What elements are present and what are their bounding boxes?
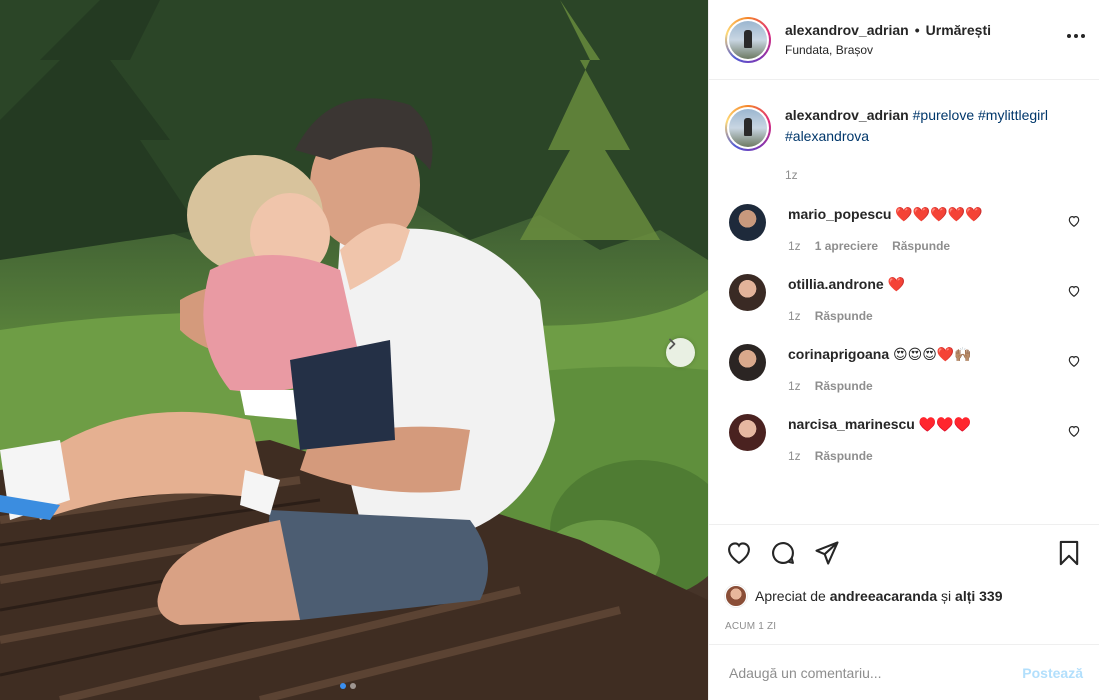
carousel-indicator <box>340 683 356 689</box>
comment-text: ❤️ <box>887 276 906 292</box>
commenter-avatar[interactable] <box>729 274 766 311</box>
caption-author-avatar[interactable] <box>725 105 771 151</box>
likes-connector: și <box>941 588 952 604</box>
comment-username[interactable]: otillia.androne <box>788 276 884 292</box>
reply-button[interactable]: Răspunde <box>815 446 873 466</box>
comment-likes-count[interactable]: 1 apreciere <box>815 236 878 256</box>
comment-time[interactable]: 1z <box>788 236 801 256</box>
carousel-dot <box>350 683 356 689</box>
comment-heart-icon[interactable] <box>1067 284 1081 298</box>
post-photo[interactable] <box>0 0 708 700</box>
hashtag-link[interactable]: #mylittlegirl <box>978 107 1048 123</box>
comment-username[interactable]: narcisa_marinescu <box>788 416 915 432</box>
hashtag-link[interactable]: #alexandrova <box>785 128 869 144</box>
post-caption: alexandrov_adrian #purelove #mylittlegir… <box>725 81 1083 186</box>
liker-avatar[interactable] <box>725 585 747 607</box>
author-avatar-image <box>729 20 767 59</box>
follow-separator: • <box>914 21 920 38</box>
commenter-avatar[interactable] <box>729 204 766 241</box>
likes-others-count[interactable]: alți 339 <box>955 588 1002 604</box>
comment-heart-icon[interactable] <box>1067 214 1081 228</box>
share-icon[interactable] <box>813 539 841 567</box>
heart-icon[interactable] <box>725 539 753 567</box>
commenter-avatar[interactable] <box>729 414 766 451</box>
post-header: alexandrov_adrian • Urmărești Fundata, B… <box>709 0 1099 80</box>
comment-item: narcisa_marinescu ♥️♥️♥️ 1z Răspunde <box>725 414 1083 466</box>
comment-item: mario_popescu ❤️❤️❤️❤️❤️ 1z 1 apreciere … <box>725 204 1083 256</box>
carousel-dot-active <box>340 683 346 689</box>
caption-time[interactable]: 1z <box>785 165 798 186</box>
more-options-icon[interactable] <box>1067 34 1085 38</box>
post-comment-button[interactable]: Postează <box>1022 665 1083 681</box>
post-timestamp[interactable]: ACUM 1 ZI <box>725 621 1083 632</box>
hashtag-link[interactable]: #purelove <box>913 107 975 123</box>
comment-time[interactable]: 1z <box>788 446 801 466</box>
author-avatar[interactable] <box>725 16 771 63</box>
comment-text: ❤️❤️❤️❤️❤️ <box>895 206 983 222</box>
liker-username[interactable]: andreeacaranda <box>830 588 937 604</box>
comment-item: otillia.androne ❤️ 1z Răspunde <box>725 274 1083 326</box>
comment-text: ♥️♥️♥️ <box>918 416 972 432</box>
comment-input[interactable] <box>729 664 1023 681</box>
comment-text: 😍😍😍❤️🙌🏽 <box>893 346 972 362</box>
comment-time[interactable]: 1z <box>788 306 801 326</box>
post-side-panel: alexandrov_adrian • Urmărești Fundata, B… <box>708 0 1099 700</box>
chevron-right-icon <box>669 338 676 350</box>
caption-username[interactable]: alexandrov_adrian <box>785 107 909 123</box>
comment-username[interactable]: corinaprigoana <box>788 346 889 362</box>
comments-list[interactable]: alexandrov_adrian #purelove #mylittlegir… <box>709 81 1099 523</box>
reply-button[interactable]: Răspunde <box>815 376 873 396</box>
reply-button[interactable]: Răspunde <box>815 306 873 326</box>
add-comment-bar: Postează <box>709 644 1099 700</box>
likes-prefix: Apreciat de <box>755 588 826 604</box>
reply-button[interactable]: Răspunde <box>892 236 950 256</box>
following-button[interactable]: Urmărești <box>926 21 991 39</box>
comment-username[interactable]: mario_popescu <box>788 206 891 222</box>
caption-avatar-image <box>729 109 767 147</box>
comment-icon[interactable] <box>769 539 797 567</box>
commenter-avatar[interactable] <box>729 344 766 381</box>
post-location[interactable]: Fundata, Brașov <box>785 43 991 59</box>
photo-illustration <box>0 0 708 700</box>
next-photo-button[interactable] <box>666 338 695 367</box>
comment-item: corinaprigoana 😍😍😍❤️🙌🏽 1z Răspunde <box>725 344 1083 396</box>
comment-time[interactable]: 1z <box>788 376 801 396</box>
likes-summary: Apreciat de andreeacaranda și alți 339 <box>725 585 1083 607</box>
comment-heart-icon[interactable] <box>1067 354 1081 368</box>
author-username[interactable]: alexandrov_adrian <box>785 21 909 39</box>
comment-heart-icon[interactable] <box>1067 424 1081 438</box>
bookmark-icon[interactable] <box>1055 539 1083 567</box>
post-actions: Apreciat de andreeacaranda și alți 339 A… <box>709 524 1099 632</box>
